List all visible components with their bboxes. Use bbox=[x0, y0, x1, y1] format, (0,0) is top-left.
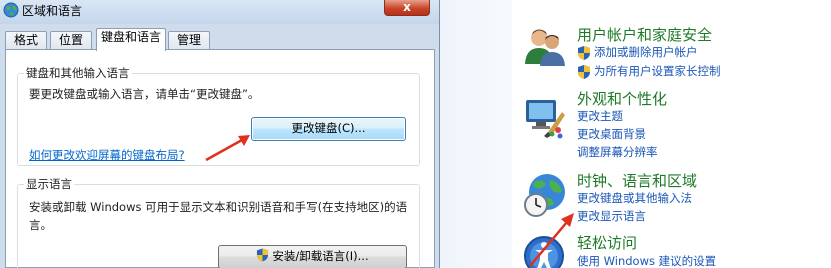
arrow-to-change-display-language bbox=[529, 213, 574, 267]
arrow-to-change-keyboards-button bbox=[205, 135, 250, 162]
tab-keyboards-languages[interactable]: 键盘和语言 bbox=[96, 28, 166, 51]
